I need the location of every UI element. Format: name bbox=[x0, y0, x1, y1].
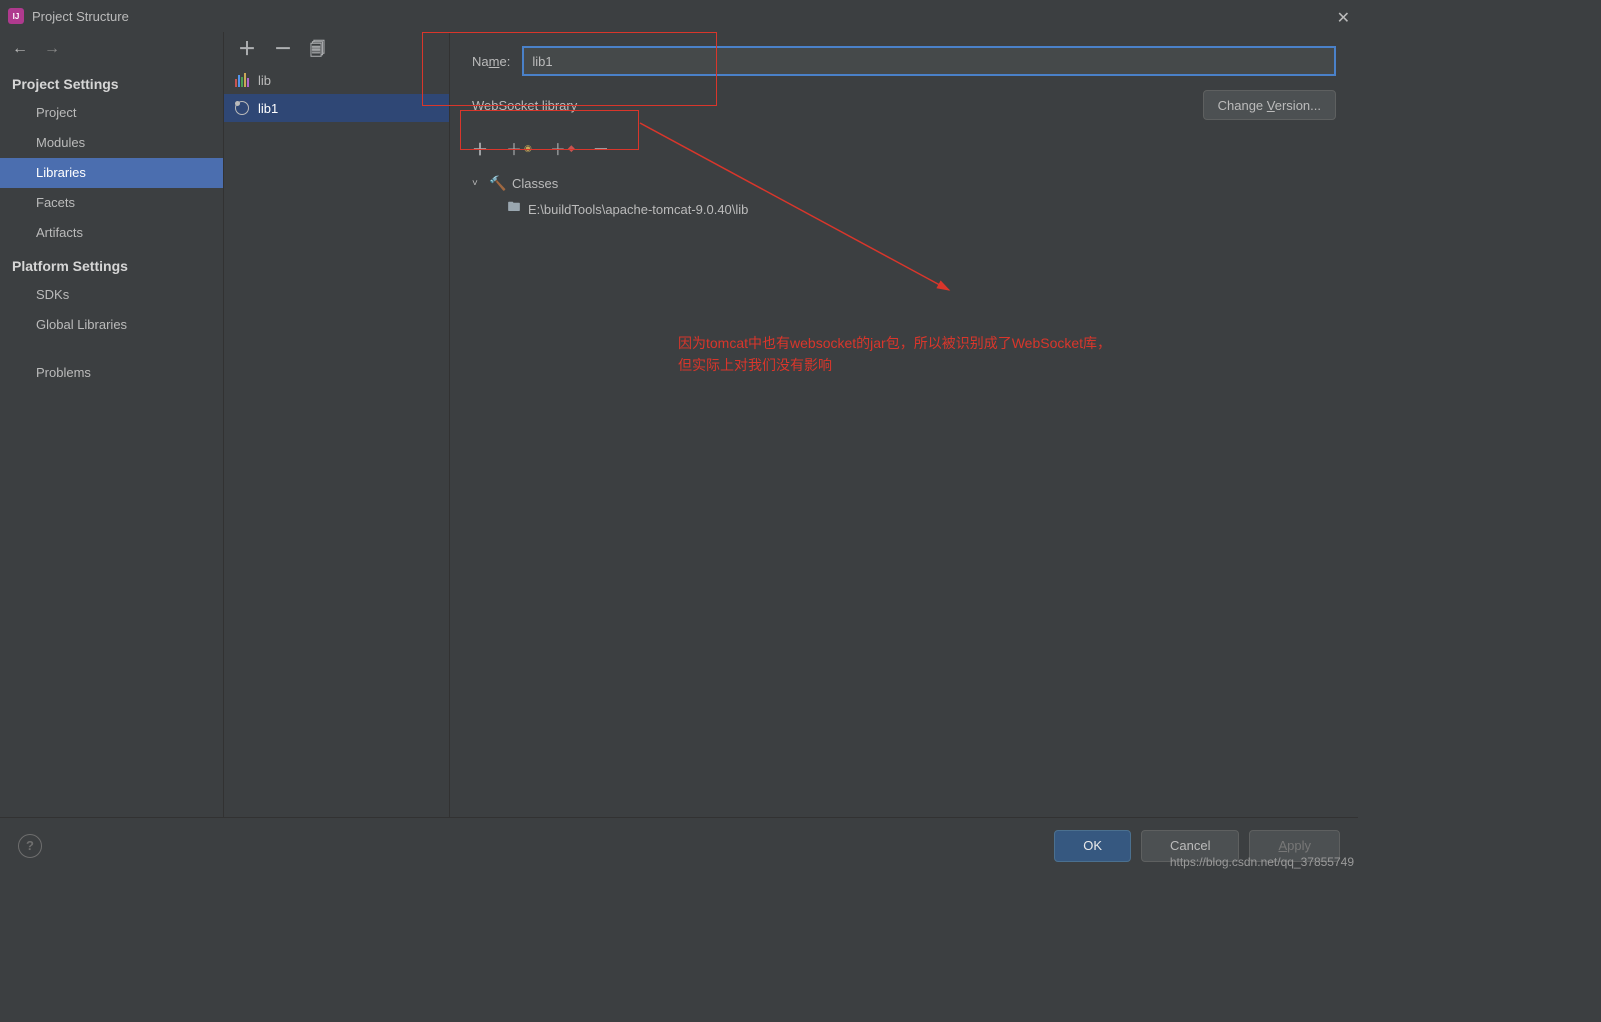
remove-library-icon[interactable]: － bbox=[274, 40, 292, 58]
window-title: Project Structure bbox=[32, 9, 129, 24]
library-item-lib1[interactable]: lib1 bbox=[224, 94, 449, 122]
annotation-text: 因为tomcat中也有websocket的jar包，所以被识别成了WebSock… bbox=[678, 332, 1111, 376]
add-special1-icon[interactable]: ＋◉ bbox=[506, 136, 532, 160]
project-structure-window: Project Structure ✕ ← → Project Settings… bbox=[0, 0, 1358, 873]
main-area: ← → Project Settings Project Modules Lib… bbox=[0, 32, 1358, 817]
library-item-label: lib bbox=[258, 73, 271, 88]
sidebar-item-sdks[interactable]: SDKs bbox=[0, 280, 223, 310]
classes-toolbar: ＋ ＋◉ ＋◆ － bbox=[450, 130, 1358, 166]
remove-icon[interactable]: － bbox=[593, 136, 609, 160]
close-icon[interactable]: ✕ bbox=[1337, 8, 1350, 28]
tree-node-path[interactable]: 🖿 E:\buildTools\apache-tomcat-9.0.40\lib bbox=[472, 196, 1336, 222]
library-type-label: WebSocket library bbox=[472, 98, 577, 113]
sidebar: ← → Project Settings Project Modules Lib… bbox=[0, 32, 224, 817]
library-toolbar: ＋ － 🗐 bbox=[224, 32, 449, 66]
subtype-row: WebSocket library Change Version... bbox=[450, 86, 1358, 130]
library-item-label: lib1 bbox=[258, 101, 278, 116]
add-library-icon[interactable]: ＋ bbox=[238, 40, 256, 58]
library-list: lib lib1 bbox=[224, 66, 449, 122]
name-row: Name: bbox=[450, 32, 1358, 86]
library-icon bbox=[234, 72, 250, 88]
sidebar-item-modules[interactable]: Modules bbox=[0, 128, 223, 158]
tree-node-classes[interactable]: ˅ 🔨 Classes bbox=[472, 170, 1336, 196]
library-detail: Name: WebSocket library Change Version..… bbox=[450, 32, 1358, 817]
ok-button[interactable]: OK bbox=[1054, 830, 1131, 862]
copy-library-icon[interactable]: 🗐 bbox=[310, 42, 325, 57]
section-platform-settings: Platform Settings bbox=[0, 248, 223, 280]
dialog-footer: ? OK Cancel Apply bbox=[0, 817, 1358, 873]
library-name-input[interactable] bbox=[522, 46, 1336, 76]
tree-path-label: E:\buildTools\apache-tomcat-9.0.40\lib bbox=[528, 202, 748, 217]
watermark: https://blog.csdn.net/qq_37855749 bbox=[1170, 855, 1354, 869]
add-icon[interactable]: ＋ bbox=[472, 136, 488, 160]
library-item-lib[interactable]: lib bbox=[224, 66, 449, 94]
sidebar-item-libraries[interactable]: Libraries bbox=[0, 158, 223, 188]
sidebar-item-artifacts[interactable]: Artifacts bbox=[0, 218, 223, 248]
app-icon bbox=[8, 8, 24, 24]
folder-icon: 🖿 bbox=[506, 201, 522, 217]
library-panel: ＋ － 🗐 lib lib1 bbox=[224, 32, 450, 817]
tree-label: Classes bbox=[512, 176, 558, 191]
help-button[interactable]: ? bbox=[18, 834, 42, 858]
change-version-button[interactable]: Change Version... bbox=[1203, 90, 1336, 120]
sidebar-nav: ← → bbox=[0, 32, 223, 66]
forward-icon[interactable]: → bbox=[44, 40, 60, 58]
classes-tree: ˅ 🔨 Classes 🖿 E:\buildTools\apache-tomca… bbox=[450, 166, 1358, 226]
sidebar-item-project[interactable]: Project bbox=[0, 98, 223, 128]
spacer bbox=[0, 340, 223, 358]
back-icon[interactable]: ← bbox=[12, 40, 28, 58]
name-label: Name: bbox=[472, 54, 510, 69]
titlebar: Project Structure ✕ bbox=[0, 0, 1358, 32]
hammer-icon: 🔨 bbox=[490, 175, 506, 191]
sidebar-item-problems[interactable]: Problems bbox=[0, 358, 223, 388]
chevron-down-icon[interactable]: ˅ bbox=[472, 178, 484, 189]
sidebar-item-global-libraries[interactable]: Global Libraries bbox=[0, 310, 223, 340]
add-special2-icon[interactable]: ＋◆ bbox=[550, 136, 575, 160]
sidebar-item-facets[interactable]: Facets bbox=[0, 188, 223, 218]
section-project-settings: Project Settings bbox=[0, 66, 223, 98]
websocket-icon bbox=[234, 100, 250, 116]
